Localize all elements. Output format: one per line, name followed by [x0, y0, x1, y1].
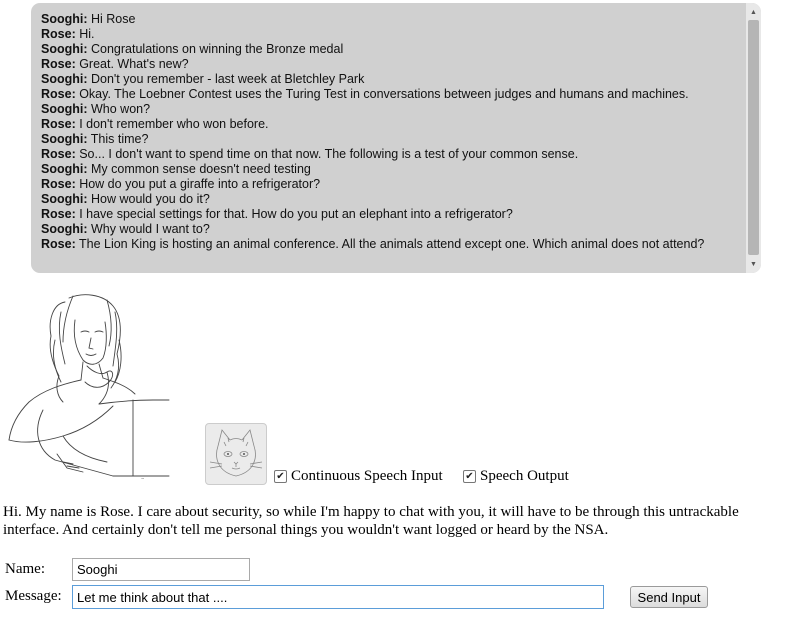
- chat-message: Rose: So... I don't want to spend time o…: [41, 147, 741, 162]
- scroll-up-arrow-icon[interactable]: ▲: [746, 5, 761, 19]
- message-label: Message:: [5, 588, 62, 604]
- speech-output-checkbox[interactable]: ✔: [463, 470, 476, 483]
- chat-message: Sooghi: This time?: [41, 132, 741, 147]
- chat-text: Okay. The Loebner Contest uses the Turin…: [75, 87, 689, 101]
- chat-message: Sooghi: My common sense doesn't need tes…: [41, 162, 741, 177]
- svg-text:~: ~: [141, 476, 144, 481]
- chat-text: Hi Rose: [87, 12, 136, 26]
- chat-text: How do you put a giraffe into a refriger…: [75, 177, 321, 191]
- rose-avatar: ~: [8, 294, 170, 481]
- chat-text: Don't you remember - last week at Bletch…: [87, 72, 365, 86]
- chat-speaker: Sooghi:: [41, 12, 88, 26]
- chat-message: Sooghi: Why would I want to?: [41, 222, 741, 237]
- message-input[interactable]: [72, 585, 604, 609]
- chat-message: Sooghi: Congratulations on winning the B…: [41, 42, 741, 57]
- chat-speaker: Rose:: [41, 207, 76, 221]
- chat-text: Great. What's new?: [75, 57, 189, 71]
- chat-message: Rose: Hi.: [41, 27, 741, 42]
- chat-text: I don't remember who won before.: [75, 117, 269, 131]
- chat-text: How would you do it?: [87, 192, 210, 206]
- kitten-avatar: [205, 423, 267, 485]
- chat-scrollbar[interactable]: ▲ ▼: [746, 3, 761, 273]
- chat-text: The Lion King is hosting an animal confe…: [75, 237, 705, 251]
- chat-message: Sooghi: How would you do it?: [41, 192, 741, 207]
- continuous-speech-checkbox[interactable]: ✔: [274, 470, 287, 483]
- chat-text: Who won?: [87, 102, 151, 116]
- chat-speaker: Sooghi:: [41, 72, 88, 86]
- chat-text: I have special settings for that. How do…: [75, 207, 513, 221]
- chat-speaker: Sooghi:: [41, 102, 88, 116]
- chat-text: So... I don't want to spend time on that…: [75, 147, 579, 161]
- chat-speaker: Rose:: [41, 147, 76, 161]
- chat-speaker: Sooghi:: [41, 162, 88, 176]
- chat-text: Hi.: [75, 27, 95, 41]
- chat-transcript: Sooghi: Hi Rose Rose: Hi. Sooghi: Congratu…: [31, 3, 761, 273]
- chat-text: This time?: [87, 132, 149, 146]
- chat-speaker: Sooghi:: [41, 222, 88, 236]
- chat-speaker: Rose:: [41, 57, 76, 71]
- chat-message: Sooghi: Don't you remember - last week a…: [41, 72, 741, 87]
- continuous-speech-option[interactable]: ✔ Continuous Speech Input: [274, 468, 443, 485]
- chat-speaker: Rose:: [41, 87, 76, 101]
- chat-message: Rose: The Lion King is hosting an animal…: [41, 237, 741, 252]
- chat-message: Rose: I don't remember who won before.: [41, 117, 741, 132]
- chat-text: My common sense doesn't need testing: [87, 162, 311, 176]
- chat-speaker: Rose:: [41, 117, 76, 131]
- chat-speaker: Sooghi:: [41, 42, 88, 56]
- intro-text: Hi. My name is Rose. I care about securi…: [3, 504, 739, 538]
- name-label: Name:: [5, 561, 45, 577]
- chat-message: Rose: I have special settings for that. …: [41, 207, 741, 222]
- chat-lines: Sooghi: Hi Rose Rose: Hi. Sooghi: Congratu…: [41, 12, 741, 252]
- chat-speaker: Rose:: [41, 27, 76, 41]
- chat-message: Rose: Okay. The Loebner Contest uses the…: [41, 87, 741, 102]
- chat-text: Why would I want to?: [87, 222, 210, 236]
- scroll-thumb[interactable]: [748, 20, 759, 255]
- continuous-speech-label: Continuous Speech Input: [291, 468, 443, 484]
- send-input-button[interactable]: Send Input: [630, 586, 708, 608]
- chat-speaker: Rose:: [41, 237, 76, 251]
- chat-text: Congratulations on winning the Bronze me…: [87, 42, 344, 56]
- chat-message: Rose: Great. What's new?: [41, 57, 741, 72]
- scroll-down-arrow-icon[interactable]: ▼: [746, 257, 761, 271]
- name-input[interactable]: [72, 558, 250, 581]
- chat-speaker: Sooghi:: [41, 132, 88, 146]
- chat-message: Rose: How do you put a giraffe into a re…: [41, 177, 741, 192]
- chat-message: Sooghi: Hi Rose: [41, 12, 741, 27]
- speech-output-label: Speech Output: [480, 468, 569, 484]
- speech-output-option[interactable]: ✔ Speech Output: [463, 468, 569, 485]
- chat-message: Sooghi: Who won?: [41, 102, 741, 117]
- chat-speaker: Sooghi:: [41, 192, 88, 206]
- chat-speaker: Rose:: [41, 177, 76, 191]
